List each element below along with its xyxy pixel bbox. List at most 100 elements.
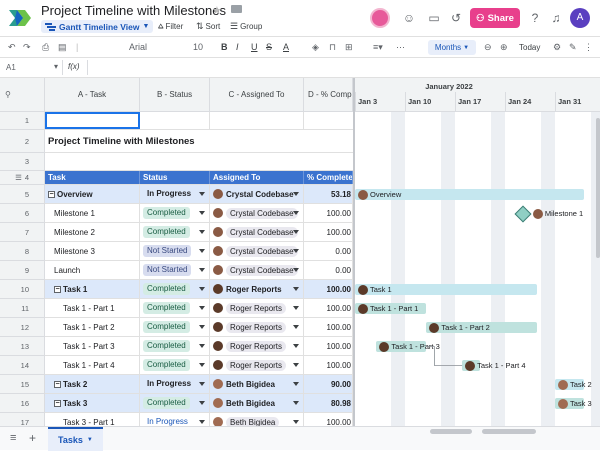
assigned-cell[interactable]: Beth Bigidea bbox=[210, 375, 304, 393]
table-row[interactable]: Milestone 2 Completed Crystal Codebase 100.… bbox=[45, 223, 353, 242]
collapse-icon[interactable]: − bbox=[54, 380, 61, 388]
task-cell[interactable]: Task 1 - Part 4 bbox=[45, 356, 140, 374]
text-color-button[interactable]: A bbox=[283, 41, 289, 54]
percent-cell[interactable]: 100.00 bbox=[304, 337, 353, 355]
assigned-cell[interactable]: Crystal Codebase bbox=[210, 204, 304, 222]
assigned-cell[interactable]: Beth Bigidea bbox=[210, 413, 304, 426]
table-row[interactable]: Milestone 3 Not Started Crystal Codebase 0.… bbox=[45, 242, 353, 261]
print-icon[interactable]: ⎙ bbox=[42, 41, 49, 54]
column-header-b[interactable]: B - Status bbox=[140, 78, 210, 112]
favorite-star-icon[interactable]: ★ bbox=[212, 4, 222, 17]
row-header[interactable]: 12 bbox=[0, 318, 45, 337]
percent-cell[interactable]: 80.98 bbox=[304, 394, 353, 412]
scrollbar-horizontal-grid[interactable] bbox=[430, 429, 472, 434]
row-header[interactable]: 13 bbox=[0, 337, 45, 356]
table-row[interactable]: Task 1 - Part 4 Completed Roger Reports 100… bbox=[45, 356, 353, 375]
row-header[interactable]: 10 bbox=[0, 280, 45, 299]
filter-button[interactable]: ⩠ Filter bbox=[158, 21, 183, 32]
assigned-cell[interactable]: Roger Reports bbox=[210, 356, 304, 374]
row-header[interactable]: 11 bbox=[0, 299, 45, 318]
font-select[interactable]: Arial bbox=[129, 41, 147, 54]
table-row[interactable] bbox=[45, 153, 353, 171]
percent-cell[interactable]: 53.18 bbox=[304, 185, 353, 203]
assigned-cell[interactable]: Crystal Codebase bbox=[210, 223, 304, 241]
task-cell[interactable]: Milestone 1 bbox=[45, 204, 140, 222]
timescale-select[interactable]: Months ▼ bbox=[428, 40, 476, 55]
percent-cell[interactable]: 100.00 bbox=[304, 204, 353, 222]
status-cell[interactable]: In Progress bbox=[140, 185, 210, 203]
row-header[interactable]: 3 bbox=[0, 153, 45, 171]
zoom-out-icon[interactable]: ⊖ bbox=[484, 41, 492, 54]
status-cell[interactable]: Completed bbox=[140, 299, 210, 317]
assigned-cell[interactable]: Crystal Codebase bbox=[210, 242, 304, 260]
status-cell[interactable]: Completed bbox=[140, 337, 210, 355]
percent-cell[interactable]: 100.00 bbox=[304, 413, 353, 426]
percent-cell[interactable]: 100.00 bbox=[304, 223, 353, 241]
table-row[interactable]: Task 1 - Part 3 Completed Roger Reports 100… bbox=[45, 337, 353, 356]
wrap-icon[interactable]: ⋯ bbox=[396, 41, 405, 54]
percent-cell[interactable]: 100.00 bbox=[304, 318, 353, 336]
today-button[interactable]: Today bbox=[519, 41, 540, 54]
task-cell[interactable]: − Task 2 bbox=[45, 375, 140, 393]
underline-button[interactable]: U bbox=[251, 41, 258, 54]
collapse-icon[interactable]: − bbox=[54, 399, 61, 407]
row-header[interactable]: 14 bbox=[0, 356, 45, 375]
borders-icon[interactable]: ⊞ bbox=[345, 41, 353, 54]
percent-cell[interactable]: 100.00 bbox=[304, 299, 353, 317]
row-header[interactable]: 1 bbox=[0, 112, 45, 130]
cell-reference[interactable]: A1 bbox=[6, 63, 16, 72]
comment-icon[interactable]: ▭ bbox=[427, 11, 441, 25]
percent-cell[interactable]: 100.00 bbox=[304, 356, 353, 374]
bold-button[interactable]: B bbox=[221, 41, 228, 54]
table-header-status[interactable]: Status bbox=[140, 171, 210, 184]
milestone-diamond[interactable] bbox=[514, 205, 532, 222]
assigned-cell[interactable]: Crystal Codebase bbox=[210, 185, 304, 203]
assigned-cell[interactable]: Roger Reports bbox=[210, 318, 304, 336]
status-cell[interactable]: Completed bbox=[140, 318, 210, 336]
status-cell[interactable]: In Progress bbox=[140, 375, 210, 393]
sort-button[interactable]: ⇅ Sort bbox=[196, 21, 220, 32]
column-header-d[interactable]: D - % Comple bbox=[304, 78, 353, 112]
status-cell[interactable]: Completed bbox=[140, 204, 210, 222]
task-cell[interactable]: Task 1 - Part 2 bbox=[45, 318, 140, 336]
selected-cell[interactable] bbox=[45, 112, 140, 129]
row-header[interactable]: 15 bbox=[0, 375, 45, 394]
assigned-cell[interactable]: Roger Reports bbox=[210, 337, 304, 355]
column-header-a[interactable]: A - Task bbox=[45, 78, 140, 112]
more-icon[interactable]: ⋮ bbox=[584, 41, 593, 54]
row-header[interactable]: 16 bbox=[0, 394, 45, 413]
task-cell[interactable]: Task 1 - Part 1 bbox=[45, 299, 140, 317]
sheet-tab-tasks[interactable]: Tasks ▼ bbox=[48, 427, 103, 451]
undo-icon[interactable]: ↶ bbox=[8, 41, 16, 54]
bell-icon[interactable]: ♫ bbox=[549, 11, 563, 25]
assigned-cell[interactable]: Roger Reports bbox=[210, 280, 304, 298]
row-header[interactable]: ☰ 4 bbox=[0, 171, 45, 185]
collapse-icon[interactable]: − bbox=[48, 190, 55, 198]
task-cell[interactable]: − Task 1 bbox=[45, 280, 140, 298]
share-button[interactable]: ⚇ Share bbox=[470, 8, 520, 28]
percent-cell[interactable]: 90.00 bbox=[304, 375, 353, 393]
align-icon[interactable]: ≡▾ bbox=[373, 41, 383, 54]
assigned-cell[interactable]: Roger Reports bbox=[210, 299, 304, 317]
spreadsheet-grid[interactable]: ⚲ A - Task B - Status C - Assigned To D … bbox=[0, 78, 353, 426]
table-row[interactable]: Project Timeline with Milestones bbox=[45, 130, 353, 153]
view-switcher-button[interactable]: Gantt Timeline View ▼ bbox=[41, 20, 154, 33]
app-logo-icon[interactable] bbox=[7, 6, 33, 30]
add-sheet-icon[interactable]: + bbox=[29, 431, 36, 445]
folder-icon[interactable] bbox=[231, 5, 242, 13]
table-row[interactable]: Launch Not Started Crystal Codebase 0.00 bbox=[45, 261, 353, 280]
cell[interactable] bbox=[140, 112, 210, 129]
column-header-c[interactable]: C - Assigned To bbox=[210, 78, 304, 112]
status-cell[interactable]: Completed bbox=[140, 223, 210, 241]
row-header[interactable]: 6 bbox=[0, 204, 45, 223]
collapse-icon[interactable]: − bbox=[54, 285, 61, 293]
table-row[interactable] bbox=[45, 112, 353, 130]
paint-format-icon[interactable]: ▤ bbox=[58, 41, 67, 54]
sheet-title-cell[interactable]: Project Timeline with Milestones bbox=[45, 130, 353, 152]
percent-cell[interactable]: 0.00 bbox=[304, 261, 353, 279]
task-cell[interactable]: Milestone 2 bbox=[45, 223, 140, 241]
task-cell[interactable]: Launch bbox=[45, 261, 140, 279]
row-header[interactable]: 8 bbox=[0, 242, 45, 261]
scrollbar-horizontal-gantt[interactable] bbox=[482, 429, 536, 434]
user-avatar[interactable]: A bbox=[570, 8, 590, 28]
